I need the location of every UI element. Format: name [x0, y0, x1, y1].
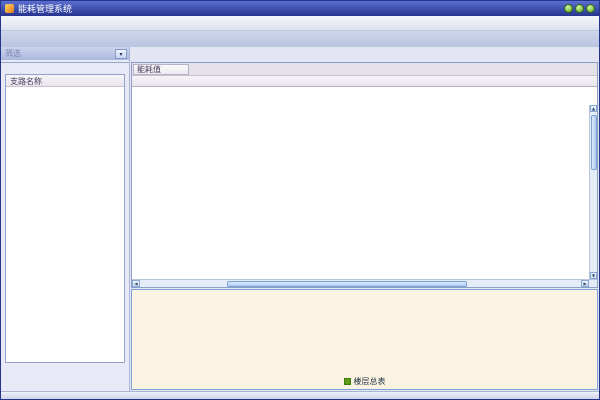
- horizontal-scrollbar[interactable]: ◀ ▶: [132, 279, 597, 287]
- body: 筛选 ▾ 支路名称 能耗值 ◀: [1, 47, 599, 391]
- minimize-button[interactable]: [564, 4, 573, 13]
- app-window: 能耗管理系统 筛选 ▾ 支路名称 能耗值: [0, 0, 600, 400]
- pivot-grid: 能耗值 ◀ ▶ ▲ ▼: [131, 62, 598, 288]
- scroll-down-icon[interactable]: ▼: [590, 272, 597, 279]
- period-toolbar: [130, 47, 599, 62]
- vertical-scrollbar[interactable]: ▲ ▼: [589, 105, 597, 279]
- scroll-right-icon[interactable]: ▶: [581, 280, 589, 287]
- table-body: [132, 87, 597, 279]
- sidebar-header-label: 筛选: [5, 48, 21, 59]
- sidebar-buttons: [1, 365, 129, 391]
- statusbar: [1, 391, 599, 399]
- scroll-up-icon[interactable]: ▲: [590, 105, 597, 112]
- chart-legend: 楼层总表: [132, 376, 597, 387]
- sidebar: 筛选 ▾ 支路名称: [1, 47, 130, 391]
- document-tabbar: [1, 31, 599, 47]
- pivot-header-strip: 能耗值: [132, 63, 597, 76]
- maximize-button[interactable]: [575, 4, 584, 13]
- menubar: [1, 16, 599, 31]
- window-title: 能耗管理系统: [18, 2, 72, 15]
- legend-swatch-icon: [344, 378, 351, 385]
- sidebar-header: 筛选 ▾: [1, 47, 129, 60]
- circuit-tree-panel: 支路名称: [5, 74, 125, 363]
- window-controls: [564, 4, 595, 13]
- chart-panel: 楼层总表: [131, 289, 598, 390]
- app-icon: [5, 4, 14, 13]
- tree-header[interactable]: 支路名称: [6, 75, 124, 87]
- close-button[interactable]: [586, 4, 595, 13]
- scroll-left-icon[interactable]: ◀: [132, 280, 140, 287]
- vertical-scroll-thumb[interactable]: [591, 115, 597, 170]
- column-header-row: [132, 76, 597, 87]
- sidebar-form: [1, 62, 129, 70]
- legend-label: 楼层总表: [354, 376, 386, 387]
- pivot-data-header[interactable]: 能耗值: [133, 64, 189, 75]
- main-area: 能耗值 ◀ ▶ ▲ ▼: [130, 47, 599, 391]
- sidebar-collapse-button[interactable]: ▾: [115, 49, 127, 59]
- horizontal-scroll-thumb[interactable]: [227, 281, 467, 287]
- circuit-tree: [6, 87, 124, 362]
- titlebar: 能耗管理系统: [1, 1, 599, 16]
